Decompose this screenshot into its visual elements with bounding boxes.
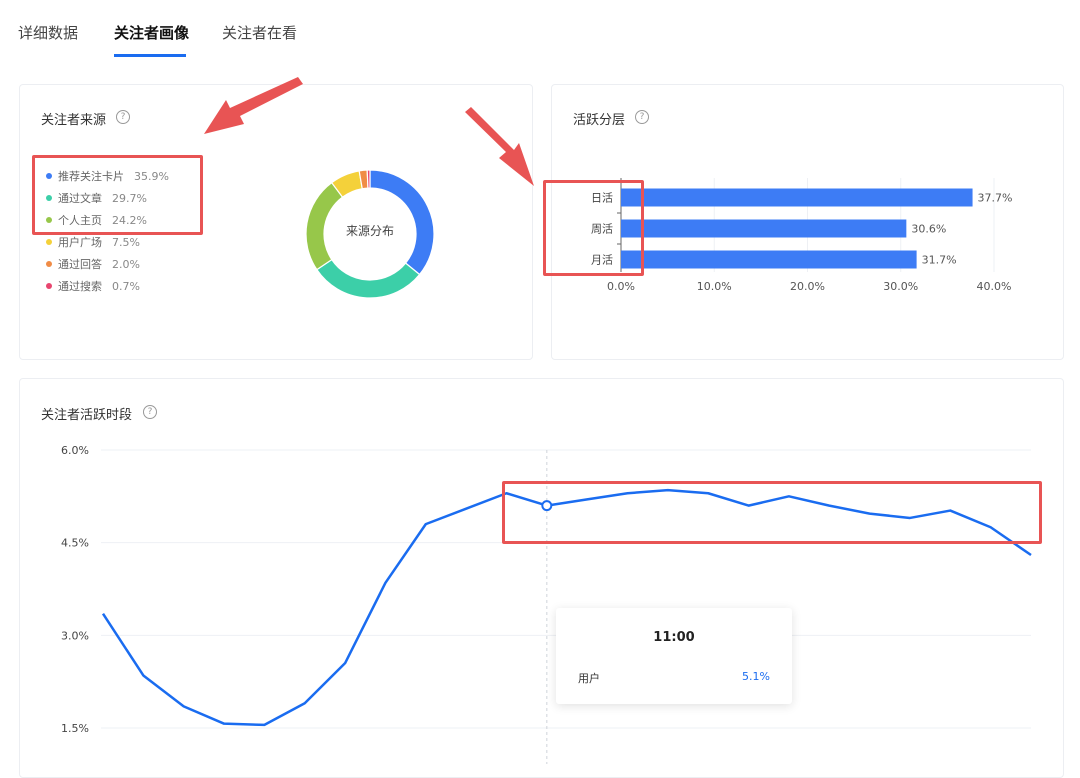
annotation-arrow-right bbox=[465, 107, 534, 186]
annotation-arrows bbox=[204, 77, 534, 186]
annotation-arrow-left bbox=[204, 77, 303, 134]
